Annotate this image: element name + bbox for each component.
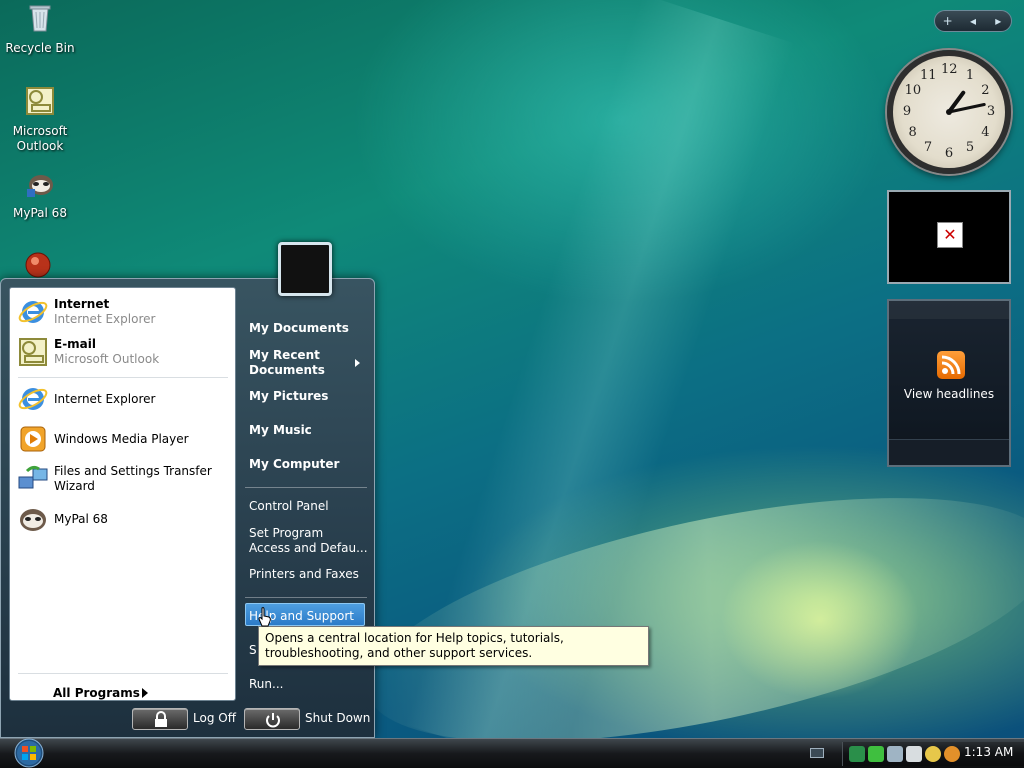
program-title: E-mail bbox=[54, 337, 97, 351]
app-icon[interactable] bbox=[22, 250, 54, 278]
slideshow-gadget[interactable]: ✕ bbox=[887, 190, 1011, 284]
recent-item-mypal[interactable]: MyPal 68 bbox=[17, 501, 233, 537]
clock-number: 9 bbox=[902, 104, 912, 119]
recent-item-transfer-wizard[interactable]: Files and Settings Transfer Wizard bbox=[17, 461, 233, 497]
menu-divider bbox=[245, 597, 367, 598]
help-tooltip: Opens a central location for Help topics… bbox=[258, 626, 649, 666]
recycle-bin-icon bbox=[29, 5, 51, 32]
desktop-icon-label: Recycle Bin bbox=[5, 41, 75, 55]
network-icon[interactable] bbox=[849, 746, 865, 762]
program-title: Windows Media Player bbox=[54, 431, 189, 446]
window-icon[interactable] bbox=[906, 746, 922, 762]
all-programs-button[interactable]: All Programs bbox=[53, 686, 140, 700]
user-picture[interactable] bbox=[278, 242, 332, 296]
wallpaper-glow bbox=[346, 449, 1024, 768]
recent-item-media-player[interactable]: Windows Media Player bbox=[17, 421, 233, 457]
chevron-right-icon bbox=[142, 688, 148, 698]
transfer-wizard-icon bbox=[18, 465, 48, 489]
pinned-item-internet[interactable]: Internet Internet Explorer bbox=[17, 294, 233, 330]
feed-footer bbox=[889, 439, 1009, 465]
wallpaper-highlight bbox=[720, 540, 920, 700]
mypal-icon bbox=[20, 509, 46, 531]
prev-gadget-button[interactable]: ◂ bbox=[960, 14, 985, 28]
program-title: Internet bbox=[54, 297, 110, 311]
update-icon[interactable] bbox=[925, 746, 941, 762]
mypal-icon bbox=[27, 175, 53, 197]
menu-item-label: Documents bbox=[249, 363, 325, 377]
clock-time[interactable]: 1:13 AM bbox=[964, 745, 1013, 759]
menu-item-printers-and-faxes[interactable]: Printers and Faxes bbox=[249, 567, 359, 582]
menu-item-run[interactable]: Run... bbox=[249, 677, 283, 692]
start-menu-programs-pane: Internet Internet Explorer E-mail Micros… bbox=[9, 287, 236, 701]
program-subtitle: Microsoft Outlook bbox=[54, 352, 160, 366]
clock-number: 12 bbox=[941, 62, 958, 77]
feed-header bbox=[889, 301, 1009, 319]
desktop-icon-mypal[interactable]: MyPal 68 bbox=[1, 167, 79, 221]
programs-divider bbox=[18, 377, 228, 378]
shut-down-button[interactable] bbox=[244, 708, 300, 730]
log-off-button[interactable] bbox=[132, 708, 188, 730]
menu-item-label: Access and Defau... bbox=[249, 541, 368, 555]
clock-number: 1 bbox=[965, 67, 975, 83]
desktop-icon-outlook[interactable]: Microsoft Outlook bbox=[1, 85, 79, 154]
outlook-icon bbox=[26, 87, 54, 115]
search-icon[interactable] bbox=[944, 746, 960, 762]
menu-item-my-documents[interactable]: My Documents bbox=[249, 321, 349, 336]
pinned-item-email[interactable]: E-mail Microsoft Outlook bbox=[17, 334, 233, 370]
view-headlines-link[interactable]: View headlines bbox=[889, 387, 1009, 401]
menu-item-control-panel[interactable]: Control Panel bbox=[249, 499, 329, 514]
clock-gadget[interactable]: 12 1 2 3 4 5 6 7 8 9 10 11 bbox=[887, 50, 1011, 174]
ie-icon bbox=[18, 388, 48, 410]
clock-number: 7 bbox=[923, 140, 933, 156]
program-subtitle: Internet Explorer bbox=[54, 312, 156, 326]
desktop-icon-label: Microsoft Outlook bbox=[12, 124, 68, 153]
feed-headlines-gadget[interactable]: View headlines bbox=[887, 299, 1011, 467]
log-off-label[interactable]: Log Off bbox=[193, 711, 236, 725]
start-menu: Internet Internet Explorer E-mail Micros… bbox=[0, 278, 375, 738]
gadget-toolbar: + ◂ ▸ bbox=[934, 10, 1012, 32]
hand-cursor-icon bbox=[258, 607, 271, 627]
desktop-icon-recycle-bin[interactable]: Recycle Bin bbox=[1, 2, 79, 56]
clock-number: 11 bbox=[920, 67, 937, 83]
clock-number: 4 bbox=[981, 125, 990, 140]
menu-item-my-recent-documents[interactable]: My Recent Documents bbox=[249, 348, 325, 378]
clock-number: 2 bbox=[981, 83, 990, 98]
menu-item-search[interactable]: S bbox=[249, 643, 257, 658]
menu-item-label: My Recent bbox=[249, 348, 320, 362]
menu-item-my-music[interactable]: My Music bbox=[249, 423, 312, 438]
keyboard-icon[interactable] bbox=[810, 748, 824, 758]
security-check-icon[interactable] bbox=[868, 746, 884, 762]
media-player-icon bbox=[20, 426, 46, 452]
lock-icon bbox=[155, 711, 167, 727]
clock-number: 5 bbox=[965, 140, 975, 156]
shut-down-label[interactable]: Shut Down bbox=[305, 711, 370, 725]
monitor-icon[interactable] bbox=[887, 746, 903, 762]
clock-number: 8 bbox=[908, 125, 917, 140]
menu-item-my-computer[interactable]: My Computer bbox=[249, 457, 339, 472]
program-title: Files and Settings Transfer Wizard bbox=[54, 464, 212, 493]
program-title: Internet Explorer bbox=[54, 391, 156, 406]
clock-number: 3 bbox=[986, 104, 996, 119]
program-title: MyPal 68 bbox=[54, 511, 108, 526]
menu-item-label: Set Program bbox=[249, 526, 324, 540]
desktop-icon-label: MyPal 68 bbox=[13, 206, 67, 220]
submenu-arrow-icon bbox=[355, 359, 360, 367]
clock-number: 10 bbox=[904, 83, 922, 98]
outlook-icon bbox=[19, 338, 47, 366]
rss-icon bbox=[937, 351, 965, 379]
broken-image-icon: ✕ bbox=[937, 222, 963, 248]
menu-divider bbox=[245, 487, 367, 488]
clock-number: 6 bbox=[944, 146, 954, 161]
all-programs-divider bbox=[18, 673, 228, 674]
power-icon bbox=[266, 713, 280, 728]
recent-item-internet-explorer[interactable]: Internet Explorer bbox=[17, 381, 233, 417]
next-gadget-button[interactable]: ▸ bbox=[986, 14, 1011, 28]
menu-item-my-pictures[interactable]: My Pictures bbox=[249, 389, 328, 404]
ie-icon bbox=[18, 301, 48, 323]
menu-item-set-program-access[interactable]: Set Program Access and Defau... bbox=[249, 526, 368, 556]
start-button-orb[interactable] bbox=[8, 738, 50, 768]
add-gadget-button[interactable]: + bbox=[935, 14, 960, 28]
